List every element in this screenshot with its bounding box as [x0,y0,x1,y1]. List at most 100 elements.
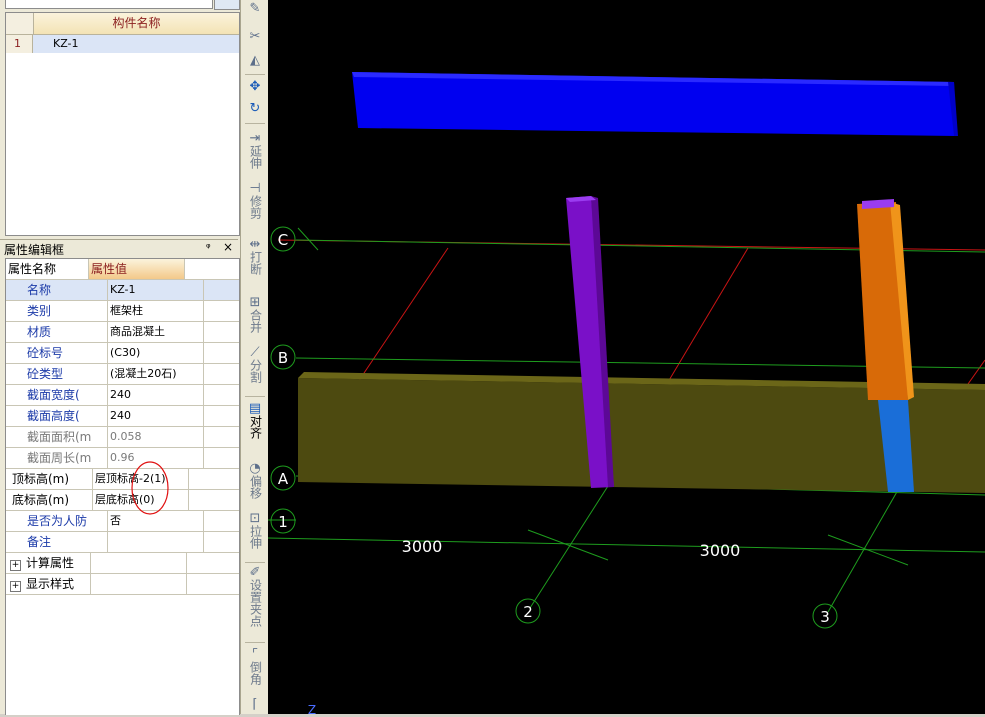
property-key: 截面高度( [6,406,108,426]
property-key: 材质 [6,322,108,342]
property-row-top-elevation[interactable]: 顶标高(m) 层顶标高-2(1) [6,469,239,490]
merge-icon: ⊞ [249,295,261,310]
trim-button[interactable]: ⊣ 修剪 [244,182,266,222]
axis-label-c: C [278,231,288,249]
property-row-section-height[interactable]: 截面高度( 240 [6,406,239,427]
left-panel: 构件名称 1 KZ-1 属性编辑框 ᵠ × 属性名称 属性值 名称 KZ-1 类… [0,0,240,715]
component-name[interactable]: KZ-1 [33,35,79,53]
fillet-icon[interactable]: ⌈ [244,698,266,711]
property-row-material[interactable]: 材质 商品混凝土 [6,322,239,343]
offset-label: 偏移 [248,475,263,499]
property-group-display-key[interactable]: + 显示样式 [6,574,91,594]
component-name-header[interactable]: 构件名称 [34,13,239,34]
break-icon: ⇹ [249,237,261,252]
dimension-label-2: 3000 [700,541,741,560]
property-row-concrete-type[interactable]: 砼类型 (混凝土20石) [6,364,239,385]
property-key: 备注 [6,532,108,552]
property-row-section-width[interactable]: 截面宽度( 240 [6,385,239,406]
search-button[interactable] [214,0,240,10]
property-group-display[interactable]: + 显示样式 [6,574,239,595]
property-value[interactable]: (C30) [108,343,204,363]
property-value[interactable]: 框架柱 [108,301,204,321]
property-value[interactable] [108,532,204,552]
component-row[interactable]: 1 KZ-1 [6,35,239,53]
axis-label-2: 2 [523,603,533,621]
extend-icon: ⇥ [249,131,261,146]
property-grid-header: 属性名称 属性值 [6,259,239,280]
pencil-icon: ✐ [249,565,261,580]
set-point-label: 设置夹点 [248,579,263,627]
align-button[interactable]: ▤ 对齐 [244,402,266,442]
property-key: 计算属性 [26,556,75,570]
expand-icon[interactable]: + [10,581,21,592]
property-value[interactable]: 商品混凝土 [108,322,204,342]
property-row-remarks[interactable]: 备注 [6,532,239,553]
property-key: 顶标高(m) [6,469,93,489]
property-name-header: 属性名称 [6,259,89,279]
offset-button[interactable]: ◔ 偏移 [244,462,266,502]
split-button[interactable]: ⟋ 分割 [244,346,266,386]
property-key: 砼标号 [6,343,108,363]
property-value [91,574,187,594]
trim-icon: ⊣ [249,181,261,196]
property-row-civil-defense[interactable]: 是否为人防 否 [6,511,239,532]
edit-toolbar: ✎ ✂ ◭ ✥ ↻ ⇥ 延伸 ⊣ 修剪 ⇹ 打断 ⊞ 合并 ⟋ 分割 ▤ 对齐 ◔ 偏移 ⊡ 拉… [240,0,270,714]
property-key: 砼类型 [6,364,108,384]
brush-icon[interactable]: ✎ [244,2,266,15]
rotate-icon[interactable]: ↻ [244,102,266,115]
row-number-header [6,13,34,34]
close-icon[interactable]: × [223,240,233,254]
set-point-button[interactable]: ✐ 设置夹点 [244,566,266,630]
property-grid: 属性名称 属性值 名称 KZ-1 类别 框架柱 材质 商品混凝土 砼标号 (C3… [5,258,240,715]
3d-viewport[interactable]: C B A 1 2 3 3000 3000 Z [267,0,985,717]
dimension-label-1: 3000 [402,537,443,556]
z-axis-label: Z [308,703,316,714]
property-group-calc[interactable]: + 计算属性 [6,553,239,574]
property-group-calc-key[interactable]: + 计算属性 [6,553,91,573]
move-icon[interactable]: ✥ [244,80,266,93]
property-value-header: 属性值 [89,259,185,279]
viewport-canvas[interactable]: C B A 1 2 3 3000 3000 Z [267,0,985,717]
extend-button[interactable]: ⇥ 延伸 [244,132,266,172]
property-row-name[interactable]: 名称 KZ-1 [6,280,239,301]
merge-label: 合并 [248,309,263,333]
mirror-icon[interactable]: ◭ [244,54,266,67]
property-row-section-perimeter[interactable]: 截面周长(m 0.96 [6,448,239,469]
property-row-concrete-grade[interactable]: 砼标号 (C30) [6,343,239,364]
property-value[interactable]: 240 [108,385,204,405]
property-value[interactable]: 240 [108,406,204,426]
scissors-icon[interactable]: ✂ [244,30,266,43]
property-row-bottom-elevation[interactable]: 底标高(m) 层底标高(0) [6,490,239,511]
property-key: 截面宽度( [6,385,108,405]
property-value: 0.058 [108,427,204,447]
axis-label-1: 1 [278,513,288,531]
property-value[interactable]: (混凝土20石) [108,364,204,384]
pin-icon[interactable]: ᵠ [206,241,211,254]
split-label: 分割 [248,359,263,383]
trim-label: 修剪 [248,195,263,219]
align-label: 对齐 [248,415,263,439]
row-number: 1 [6,35,33,53]
stretch-button[interactable]: ⊡ 拉伸 [244,512,266,552]
property-key: 截面面积(m [6,427,108,447]
property-panel-title: 属性编辑框 [4,243,65,257]
break-label: 打断 [248,251,263,275]
stretch-icon: ⊡ [249,511,261,526]
property-value[interactable]: KZ-1 [108,280,204,300]
property-value [91,553,187,573]
property-row-section-area[interactable]: 截面面积(m 0.058 [6,427,239,448]
chamfer-button[interactable]: ⌜ 倒角 [244,648,266,688]
expand-icon[interactable]: + [10,560,21,571]
property-key: 截面周长(m [6,448,108,468]
merge-button[interactable]: ⊞ 合并 [244,296,266,336]
offset-icon: ◔ [249,461,261,476]
annotation-circle [131,461,169,515]
break-button[interactable]: ⇹ 打断 [244,238,266,278]
axis-label-b: B [278,349,288,367]
split-icon: ⟋ [250,345,260,360]
component-search-input[interactable] [5,0,213,9]
axis-label-3: 3 [820,608,830,626]
stretch-label: 拉伸 [248,525,263,549]
blue-beam [352,72,958,136]
property-row-type[interactable]: 类别 框架柱 [6,301,239,322]
